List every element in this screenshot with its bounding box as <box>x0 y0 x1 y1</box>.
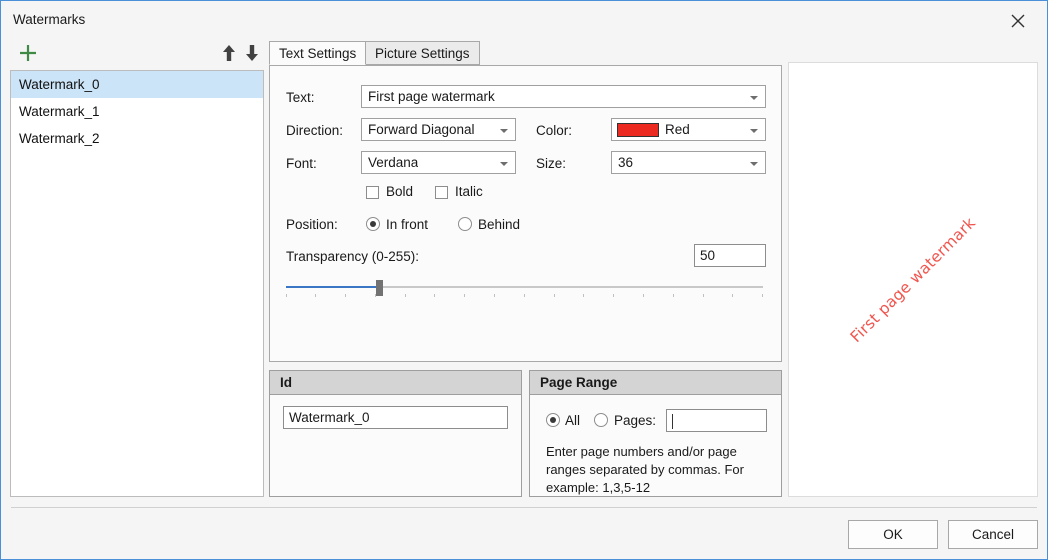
page-range-group: Page Range All Pages: Enter page numbers… <box>529 370 782 497</box>
list-toolbar <box>9 39 264 69</box>
transparency-slider[interactable] <box>286 279 763 301</box>
chevron-down-icon <box>750 96 758 100</box>
color-combobox[interactable]: Red <box>611 118 766 141</box>
slider-thumb[interactable] <box>376 280 383 296</box>
page-range-pages-radio[interactable] <box>594 413 608 427</box>
slider-track-remaining <box>379 286 763 288</box>
text-combobox[interactable]: First page watermark <box>361 85 766 108</box>
id-group-header: Id <box>270 371 521 395</box>
add-watermark-button[interactable] <box>17 42 39 64</box>
color-combobox-value: Red <box>665 122 690 137</box>
italic-label: Italic <box>455 184 483 199</box>
page-range-all-label: All <box>565 413 580 428</box>
watermark-list[interactable]: Watermark_0 Watermark_1 Watermark_2 <box>10 70 264 497</box>
direction-combobox[interactable]: Forward Diagonal <box>361 118 516 141</box>
list-item[interactable]: Watermark_0 <box>11 71 263 98</box>
plus-icon <box>17 42 39 64</box>
tab-text-settings[interactable]: Text Settings <box>269 41 366 65</box>
chevron-down-icon <box>500 129 508 133</box>
position-behind-radio[interactable] <box>458 217 472 231</box>
tab-picture-settings[interactable]: Picture Settings <box>365 41 480 65</box>
watermarks-dialog: Watermarks Watermark_0 Watermark_1 W <box>0 0 1048 560</box>
page-range-pages-label: Pages: <box>614 413 656 428</box>
chevron-down-icon <box>750 129 758 133</box>
id-input-value: Watermark_0 <box>289 410 370 425</box>
cancel-button[interactable]: Cancel <box>948 520 1038 549</box>
close-button[interactable] <box>997 5 1039 35</box>
watermark-preview: First page watermark <box>788 62 1038 497</box>
id-input[interactable]: Watermark_0 <box>283 406 508 429</box>
page-range-all-radio[interactable] <box>546 413 560 427</box>
direction-label: Direction: <box>286 123 343 138</box>
arrow-up-icon <box>220 43 238 63</box>
title-bar: Watermarks <box>1 1 1047 37</box>
move-up-button[interactable] <box>220 43 238 63</box>
position-in-front-label: In front <box>386 217 428 232</box>
page-range-hint: Enter page numbers and/or page ranges se… <box>546 443 751 497</box>
font-combobox[interactable]: Verdana <box>361 151 516 174</box>
preview-watermark-text: First page watermark <box>847 213 979 345</box>
position-behind-label: Behind <box>478 217 520 232</box>
color-label: Color: <box>536 123 572 138</box>
ok-button[interactable]: OK <box>848 520 938 549</box>
chevron-down-icon <box>500 162 508 166</box>
slider-track-filled <box>286 286 379 288</box>
bold-checkbox[interactable] <box>366 186 379 199</box>
list-item[interactable]: Watermark_1 <box>11 98 263 125</box>
position-label: Position: <box>286 217 338 232</box>
position-in-front-radio[interactable] <box>366 217 380 231</box>
window-title: Watermarks <box>13 12 85 27</box>
size-combobox[interactable]: 36 <box>611 151 766 174</box>
page-range-group-header: Page Range <box>530 371 781 395</box>
bold-label: Bold <box>386 184 413 199</box>
size-label: Size: <box>536 156 566 171</box>
text-combobox-value: First page watermark <box>368 89 495 104</box>
direction-combobox-value: Forward Diagonal <box>368 122 475 137</box>
close-icon <box>1010 13 1026 29</box>
move-down-button[interactable] <box>243 43 261 63</box>
footer-separator <box>11 507 1037 508</box>
transparency-label: Transparency (0-255): <box>286 249 419 264</box>
font-label: Font: <box>286 156 317 171</box>
font-combobox-value: Verdana <box>368 155 418 170</box>
arrow-down-icon <box>243 43 261 63</box>
transparency-input-value: 50 <box>700 248 715 263</box>
italic-checkbox[interactable] <box>435 186 448 199</box>
page-range-pages-input[interactable] <box>666 409 767 432</box>
color-swatch <box>617 123 659 137</box>
text-settings-panel: Text: First page watermark Direction: Fo… <box>269 65 782 362</box>
id-group: Id Watermark_0 <box>269 370 522 497</box>
text-label: Text: <box>286 90 315 105</box>
size-combobox-value: 36 <box>618 155 633 170</box>
list-item[interactable]: Watermark_2 <box>11 125 263 152</box>
text-caret <box>672 414 673 429</box>
chevron-down-icon <box>750 162 758 166</box>
transparency-input[interactable]: 50 <box>694 244 766 267</box>
